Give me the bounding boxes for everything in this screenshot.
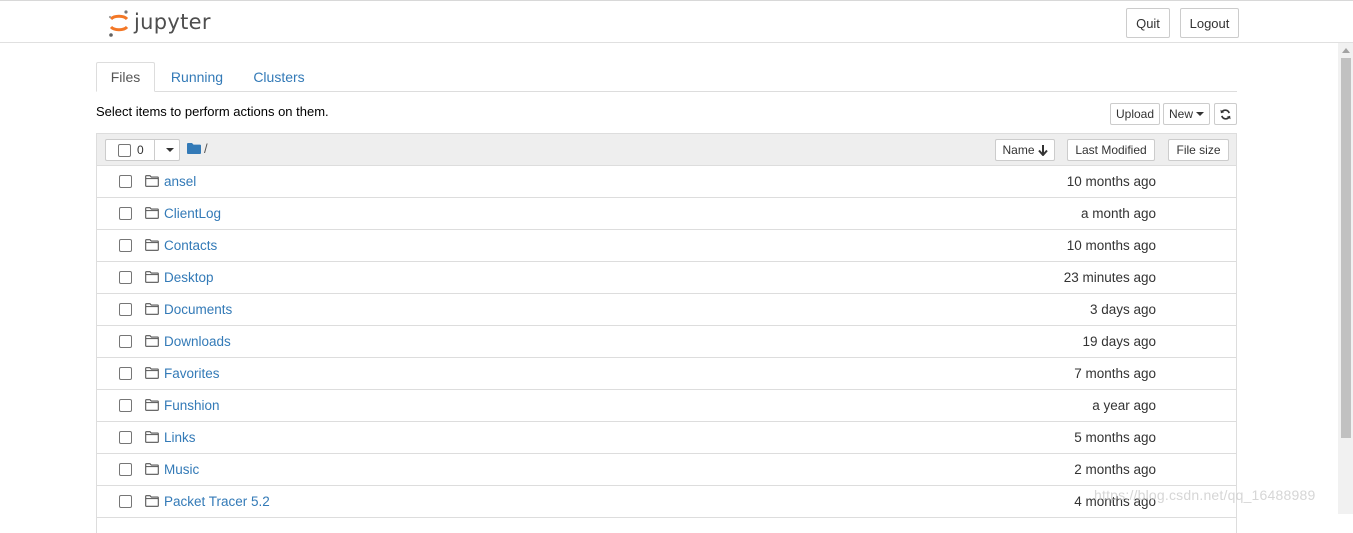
folder-outline-icon (145, 239, 159, 251)
header-bar: jupyter Quit Logout (0, 1, 1353, 43)
sort-name-label: Name (1002, 143, 1035, 157)
breadcrumb-root[interactable]: / (204, 141, 208, 156)
folder-outline-icon (145, 335, 159, 347)
file-name-link[interactable]: Music (164, 462, 199, 477)
tab-files[interactable]: Files (96, 62, 155, 92)
arrow-down-icon (1037, 144, 1048, 156)
selected-count: 0 (137, 143, 144, 157)
list-item[interactable]: Music 2 months ago (97, 454, 1236, 486)
logout-button[interactable]: Logout (1180, 8, 1239, 38)
list-item[interactable]: Documents 3 days ago (97, 294, 1236, 326)
folder-outline-icon (145, 463, 159, 475)
file-modified: 4 months ago (1074, 494, 1156, 509)
folder-outline-icon (145, 175, 159, 187)
row-checkbox[interactable] (119, 271, 132, 284)
jupyter-logo[interactable]: jupyter (106, 7, 211, 39)
file-name-link[interactable]: ClientLog (164, 206, 221, 221)
file-modified: a month ago (1080, 206, 1156, 221)
tab-running[interactable]: Running (163, 62, 231, 92)
select-all-group[interactable]: 0 (105, 139, 180, 161)
new-button-label: New (1168, 107, 1193, 121)
file-modified: 19 days ago (1082, 334, 1156, 349)
file-modified: 23 minutes ago (1063, 270, 1156, 285)
sort-by-name-button[interactable]: Name (995, 139, 1055, 161)
row-checkbox[interactable] (119, 367, 132, 380)
file-list: 0 / Name Last Modified File size ansel 10… (96, 133, 1237, 533)
row-checkbox[interactable] (119, 303, 132, 316)
list-item[interactable]: Links 5 months ago (97, 422, 1236, 454)
row-checkbox[interactable] (119, 207, 132, 220)
row-checkbox[interactable] (119, 495, 132, 508)
scroll-up-arrow-icon[interactable] (1338, 43, 1353, 57)
row-checkbox[interactable] (119, 175, 132, 188)
file-modified: 3 days ago (1089, 302, 1156, 317)
caret-down-icon[interactable] (166, 148, 174, 152)
file-modified: 10 months ago (1066, 238, 1156, 253)
refresh-icon (1220, 108, 1231, 120)
new-dropdown-button[interactable]: New (1163, 103, 1210, 125)
folder-outline-icon (145, 399, 159, 411)
file-name-link[interactable]: Favorites (164, 366, 220, 381)
file-modified: 5 months ago (1074, 430, 1156, 445)
folder-outline-icon (145, 303, 159, 315)
file-name-link[interactable]: Links (164, 430, 196, 445)
folder-outline-icon (145, 495, 159, 507)
list-item[interactable]: Contacts 10 months ago (97, 230, 1236, 262)
tab-clusters[interactable]: Clusters (245, 62, 313, 92)
caret-down-icon (1196, 112, 1204, 116)
file-modified: 2 months ago (1074, 462, 1156, 477)
folder-icon (187, 143, 201, 154)
sort-by-size-button[interactable]: File size (1168, 139, 1229, 161)
file-name-link[interactable]: Packet Tracer 5.2 (164, 494, 270, 509)
file-name-link[interactable]: ansel (164, 174, 196, 189)
row-checkbox[interactable] (119, 335, 132, 348)
list-item[interactable]: ClientLog a month ago (97, 198, 1236, 230)
sort-by-modified-button[interactable]: Last Modified (1067, 139, 1155, 161)
breadcrumb[interactable]: / (187, 141, 208, 156)
row-checkbox[interactable] (119, 431, 132, 444)
scrollbar-thumb[interactable] (1341, 58, 1351, 438)
row-checkbox[interactable] (119, 239, 132, 252)
file-name-link[interactable]: Documents (164, 302, 232, 317)
file-list-header: 0 / Name Last Modified File size (97, 134, 1236, 166)
refresh-button[interactable] (1214, 103, 1237, 125)
file-name-link[interactable]: Downloads (164, 334, 231, 349)
list-item[interactable]: Desktop 23 minutes ago (97, 262, 1236, 294)
jupyter-logo-icon (108, 10, 129, 37)
quit-button[interactable]: Quit (1126, 8, 1170, 38)
row-checkbox[interactable] (119, 399, 132, 412)
file-modified: 7 months ago (1074, 366, 1156, 381)
folder-outline-icon (145, 367, 159, 379)
select-group-divider (154, 140, 155, 160)
file-name-link[interactable]: Funshion (164, 398, 220, 413)
list-item[interactable]: Downloads 19 days ago (97, 326, 1236, 358)
folder-outline-icon (145, 207, 159, 219)
file-modified: a year ago (1092, 398, 1156, 413)
logo-text: jupyter (134, 10, 211, 34)
row-checkbox[interactable] (119, 463, 132, 476)
list-item[interactable]: ansel 10 months ago (97, 166, 1236, 198)
list-item[interactable]: Favorites 7 months ago (97, 358, 1236, 390)
folder-outline-icon (145, 431, 159, 443)
file-modified: 10 months ago (1066, 174, 1156, 189)
select-all-checkbox[interactable] (118, 144, 131, 157)
list-item[interactable]: Packet Tracer 5.2 4 months ago (97, 486, 1236, 518)
instructions-text: Select items to perform actions on them. (96, 104, 329, 119)
file-name-link[interactable]: Contacts (164, 238, 217, 253)
list-item[interactable]: Funshion a year ago (97, 390, 1236, 422)
folder-outline-icon (145, 271, 159, 283)
file-name-link[interactable]: Desktop (164, 270, 214, 285)
upload-button[interactable]: Upload (1110, 103, 1160, 125)
